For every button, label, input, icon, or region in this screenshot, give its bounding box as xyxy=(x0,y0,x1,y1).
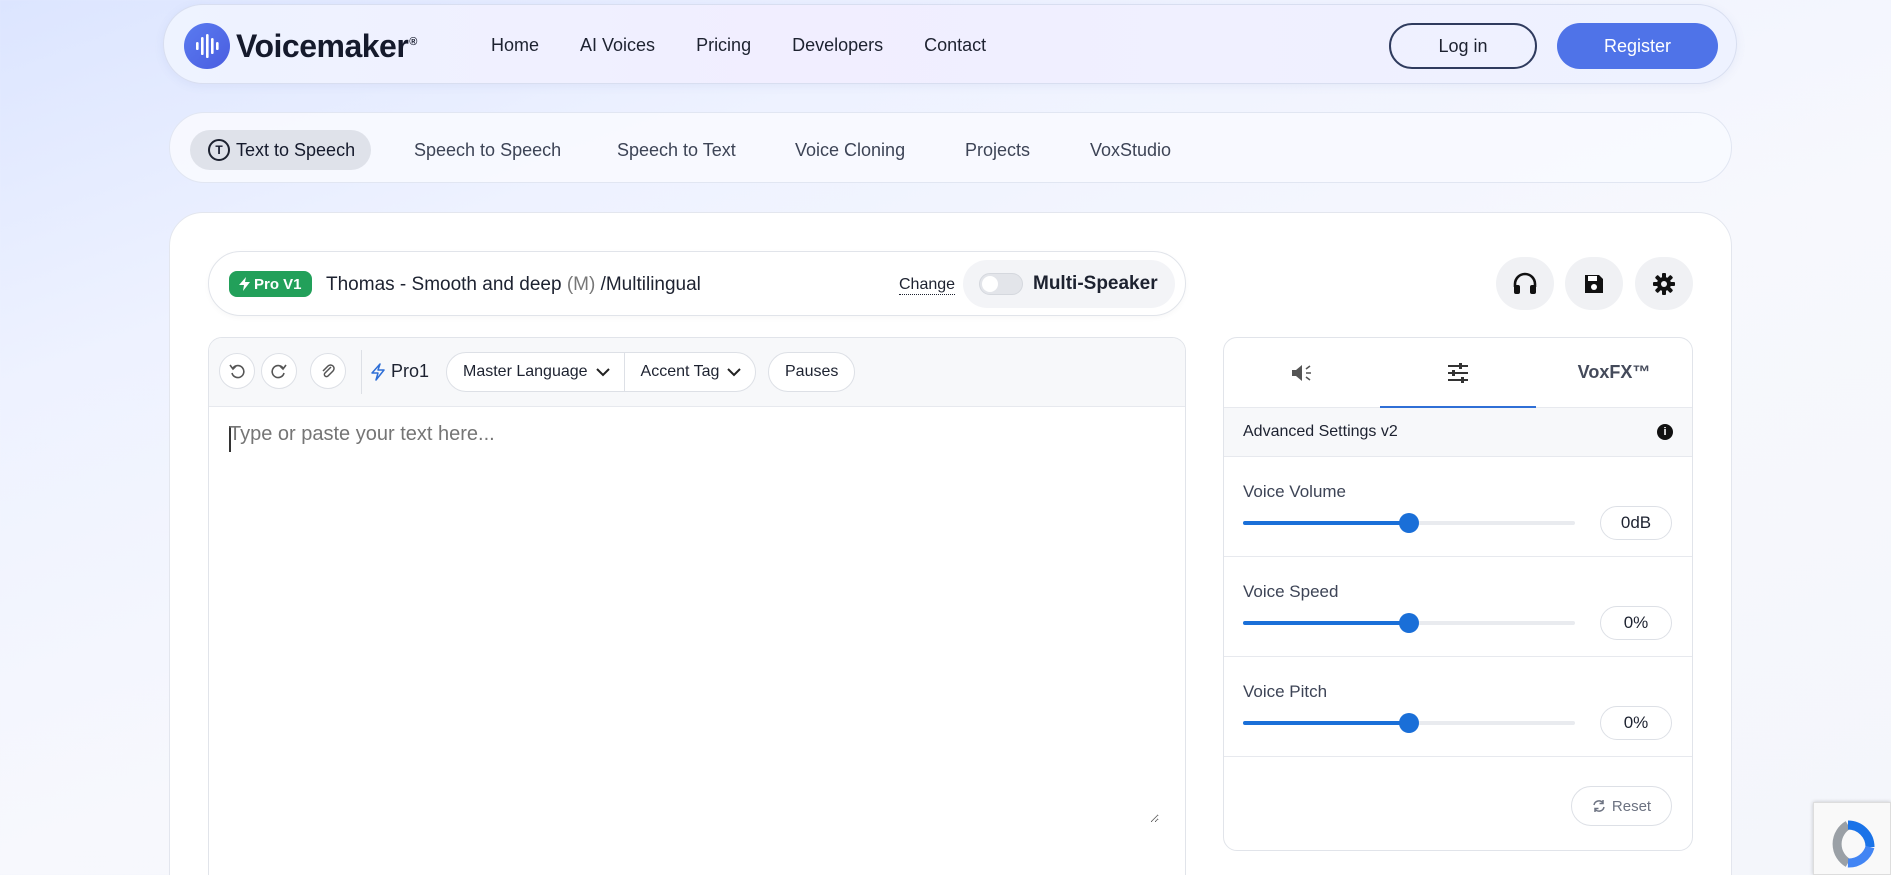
voice-pitch-value[interactable]: 0% xyxy=(1600,706,1672,740)
toggle-switch[interactable] xyxy=(979,273,1023,295)
voicemaker-logo-icon xyxy=(184,23,230,69)
paperclip-icon xyxy=(322,364,335,378)
redo-button[interactable] xyxy=(261,353,297,389)
reset-button[interactable]: Reset xyxy=(1571,786,1672,826)
advanced-settings-title: Advanced Settings v2 xyxy=(1243,423,1398,440)
voice-settings-panel: VoxFX™ Advanced Settings v2 i Voice Volu… xyxy=(1223,337,1693,851)
master-language-dropdown[interactable]: Master Language xyxy=(447,353,624,391)
tab-voxstudio[interactable]: VoxStudio xyxy=(1090,130,1171,170)
gear-icon xyxy=(1653,272,1675,295)
nav-home[interactable]: Home xyxy=(491,35,539,56)
tab-text-to-speech[interactable]: T Text to Speech xyxy=(190,130,372,170)
attach-button[interactable] xyxy=(310,353,346,389)
recaptcha-badge[interactable] xyxy=(1813,802,1891,875)
tab-label: Text to Speech xyxy=(236,139,356,160)
headphones-icon xyxy=(1513,272,1537,294)
tab-voxfx[interactable]: VoxFX™ xyxy=(1536,338,1692,407)
tab-advanced-settings[interactable] xyxy=(1380,338,1536,408)
voice-volume-slider[interactable] xyxy=(1243,513,1575,533)
voice-pitch-row: Voice Pitch 0% xyxy=(1224,657,1692,757)
selected-voice-name: Thomas - Smooth and deep (M) /Multilingu… xyxy=(326,274,701,295)
tab-effects[interactable] xyxy=(1224,338,1380,407)
editor-toolbar: Pro1 Master Language Accent Tag Pauses xyxy=(209,338,1185,407)
change-voice-link[interactable]: Change xyxy=(899,276,956,295)
pauses-button[interactable]: Pauses xyxy=(768,352,856,392)
voice-selector-bar: Pro V1 Thomas - Smooth and deep (M) /Mul… xyxy=(208,251,1186,316)
slider-fill xyxy=(1243,721,1409,725)
tab-projects[interactable]: Projects xyxy=(965,130,1030,170)
voice-speed-row: Voice Speed 0% xyxy=(1224,557,1692,657)
undo-button[interactable] xyxy=(219,353,255,389)
tab-speech-to-speech[interactable]: Speech to Speech xyxy=(414,130,561,170)
multi-speaker-toggle[interactable]: Multi-Speaker xyxy=(963,260,1175,308)
refresh-icon xyxy=(1593,800,1605,812)
voice-volume-label: Voice Volume xyxy=(1243,482,1347,501)
floppy-disk-icon xyxy=(1585,274,1603,293)
slider-thumb[interactable] xyxy=(1399,513,1419,533)
voice-speed-slider[interactable] xyxy=(1243,613,1575,633)
save-button[interactable] xyxy=(1565,257,1623,310)
chevron-down-icon xyxy=(727,367,742,376)
voice-volume-value[interactable]: 0dB xyxy=(1600,506,1672,540)
speaker-icon xyxy=(1292,364,1311,381)
slider-fill xyxy=(1243,621,1409,625)
brand-logo-link[interactable]: Voicemaker® xyxy=(184,23,417,69)
undo-icon xyxy=(229,364,245,379)
main-nav: Home AI Voices Pricing Developers Contac… xyxy=(491,35,1027,56)
chevron-down-icon xyxy=(595,367,610,376)
reset-label: Reset xyxy=(1611,797,1652,815)
nav-contact[interactable]: Contact xyxy=(924,35,986,56)
badge-label: Pro V1 xyxy=(254,275,302,293)
text-circle-icon: T xyxy=(208,139,230,161)
settings-tabs: VoxFX™ xyxy=(1224,338,1692,408)
nav-developers[interactable]: Developers xyxy=(792,35,883,56)
nav-ai-voices[interactable]: AI Voices xyxy=(580,35,655,56)
bolt-icon xyxy=(239,277,250,291)
pro-v1-badge: Pro V1 xyxy=(229,271,312,297)
slider-thumb[interactable] xyxy=(1399,613,1419,633)
advanced-settings-header: Advanced Settings v2 i xyxy=(1224,408,1692,457)
settings-button[interactable] xyxy=(1635,257,1693,310)
nav-pricing[interactable]: Pricing xyxy=(696,35,751,56)
voice-volume-row: Voice Volume 0dB xyxy=(1224,457,1692,557)
recaptcha-logo-icon xyxy=(1832,820,1875,868)
slider-fill xyxy=(1243,521,1409,525)
sliders-icon xyxy=(1448,362,1468,383)
multi-speaker-label: Multi-Speaker xyxy=(1033,273,1158,294)
slider-thumb[interactable] xyxy=(1399,713,1419,733)
tab-speech-to-text[interactable]: Speech to Text xyxy=(617,130,736,170)
language-accent-group: Master Language Accent Tag xyxy=(446,352,757,392)
bolt-outline-icon xyxy=(371,362,385,381)
voice-speed-label: Voice Speed xyxy=(1243,582,1339,601)
engine-selector[interactable]: Pro1 xyxy=(371,361,429,382)
voice-pitch-label: Voice Pitch xyxy=(1243,682,1328,701)
accent-tag-dropdown[interactable]: Accent Tag xyxy=(623,353,756,391)
product-tabs: T Text to Speech Speech to Speech Speech… xyxy=(169,112,1732,183)
top-navbar: Voicemaker® Home AI Voices Pricing Devel… xyxy=(163,4,1737,84)
engine-label: Pro1 xyxy=(391,361,430,381)
text-editor: Pro1 Master Language Accent Tag Pauses xyxy=(208,337,1186,875)
toolbar-divider xyxy=(361,350,362,394)
listen-button[interactable] xyxy=(1496,257,1554,310)
register-button[interactable]: Register xyxy=(1557,23,1718,69)
voice-speed-value[interactable]: 0% xyxy=(1600,606,1672,640)
voice-pitch-slider[interactable] xyxy=(1243,713,1575,733)
info-icon[interactable]: i xyxy=(1657,424,1673,440)
tts-text-input[interactable] xyxy=(229,423,1159,823)
redo-icon xyxy=(271,364,287,379)
brand-name: Voicemaker® xyxy=(236,27,417,64)
login-button[interactable]: Log in xyxy=(1389,23,1537,69)
tab-voice-cloning[interactable]: Voice Cloning xyxy=(795,130,905,170)
